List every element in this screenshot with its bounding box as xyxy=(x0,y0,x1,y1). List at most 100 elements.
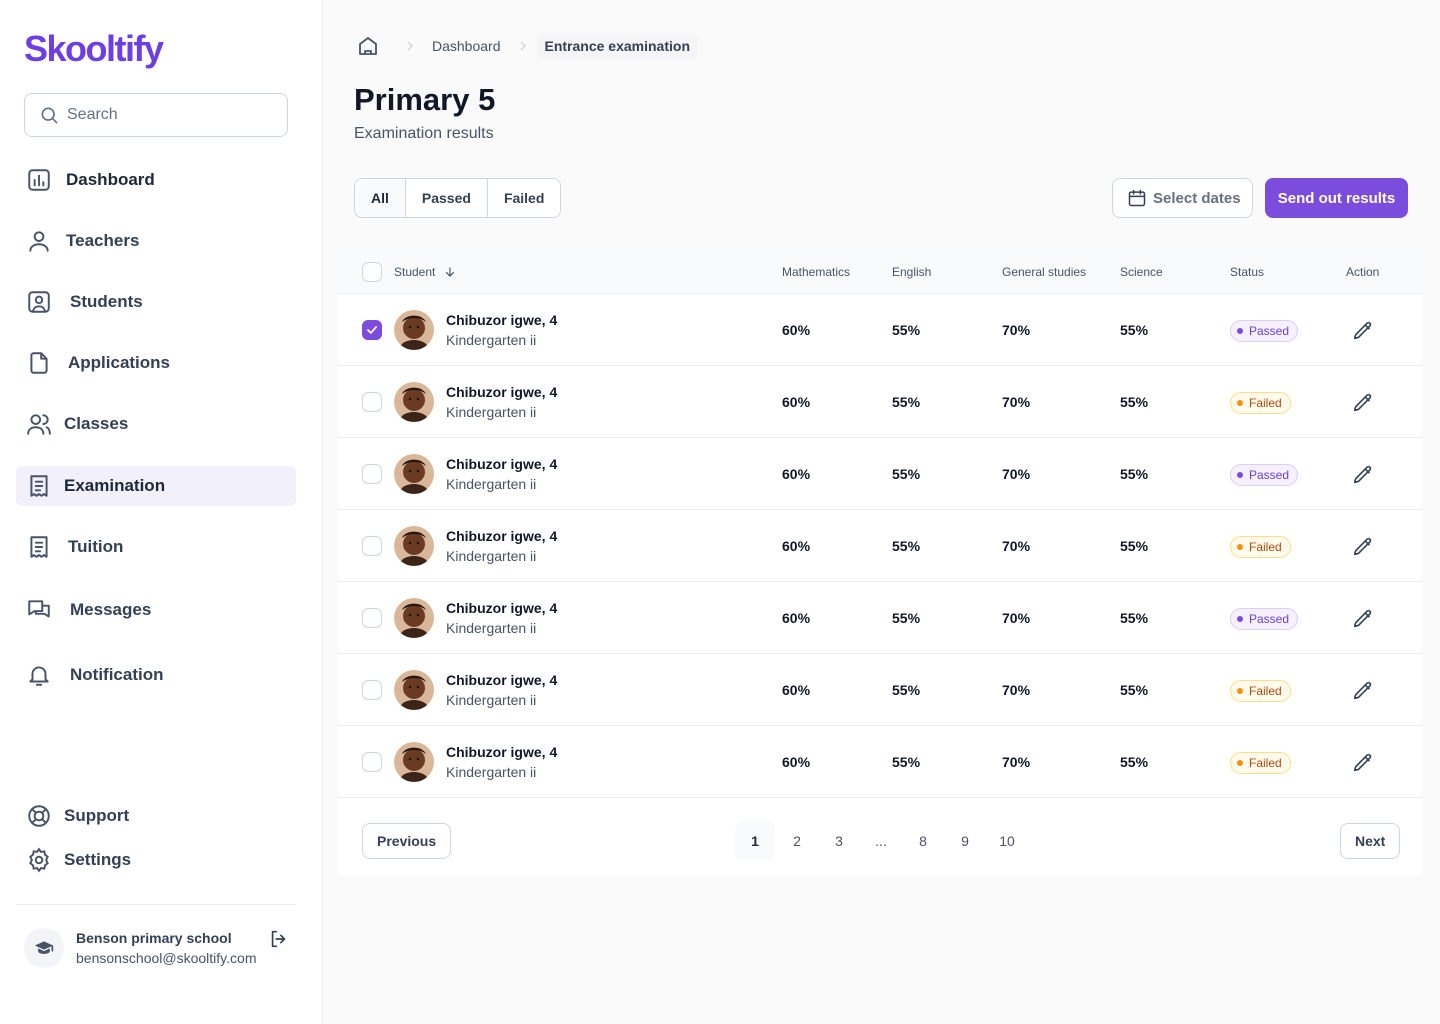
score-english: 55% xyxy=(892,538,921,554)
sidebar-item-label: Examination xyxy=(64,476,166,495)
score-science: 55% xyxy=(1120,322,1149,338)
edit-icon[interactable] xyxy=(1352,320,1374,342)
row-checkbox[interactable] xyxy=(362,392,382,412)
table-row: Chibuzor igwe, 4 Kindergarten ii 60% 55% 70%… xyxy=(338,582,1422,654)
page-2[interactable]: 2 xyxy=(777,821,817,861)
table-header: Student Mathematics English General stud… xyxy=(338,250,1422,294)
table-row: Chibuzor igwe, 4 Kindergarten ii 60% 55% 70%… xyxy=(338,294,1422,366)
edit-icon[interactable] xyxy=(1352,680,1374,702)
sidebar-item-students[interactable]: Students xyxy=(16,282,296,322)
next-button[interactable]: Next xyxy=(1340,823,1401,859)
sidebar-item-messages[interactable]: Messages xyxy=(16,590,296,630)
sidebar-item-label: Messages xyxy=(70,600,152,619)
score-english: 55% xyxy=(892,682,921,698)
status-label: Failed xyxy=(1249,756,1282,770)
col-student-label: Student xyxy=(394,265,436,279)
select-dates-button[interactable]: Select dates xyxy=(1112,178,1253,218)
score-english: 55% xyxy=(892,466,921,482)
filter-all-button[interactable]: All xyxy=(355,179,406,217)
avatar xyxy=(394,598,434,638)
score-mathematics: 60% xyxy=(782,682,811,698)
score-science: 55% xyxy=(1120,610,1149,626)
home-icon[interactable] xyxy=(356,34,380,58)
score-mathematics: 60% xyxy=(782,322,811,338)
page-10[interactable]: 10 xyxy=(987,821,1027,861)
sidebar-item-applications[interactable]: Applications xyxy=(16,343,296,383)
chevron-right-icon xyxy=(520,41,526,51)
student-class: Kindergarten ii xyxy=(446,332,537,348)
users-icon xyxy=(27,414,51,435)
select-all-checkbox[interactable] xyxy=(362,262,382,282)
sidebar-item-notification[interactable]: Notification xyxy=(16,655,296,695)
avatar xyxy=(394,310,434,350)
sidebar-item-tuition[interactable]: Tuition xyxy=(16,527,296,567)
col-student[interactable]: Student xyxy=(394,265,457,279)
sidebar-item-teachers[interactable]: Teachers xyxy=(16,221,296,261)
row-checkbox[interactable] xyxy=(362,320,382,340)
table-row: Chibuzor igwe, 4 Kindergarten ii 60% 55% 70%… xyxy=(338,510,1422,582)
previous-button[interactable]: Previous xyxy=(362,823,452,859)
sidebar-item-support[interactable]: Support xyxy=(16,796,296,836)
status-badge: Failed xyxy=(1230,392,1291,414)
gear-icon xyxy=(29,847,49,873)
col-status: Status xyxy=(1230,265,1265,279)
student-name: Chibuzor igwe, 4 xyxy=(446,384,558,400)
edit-icon[interactable] xyxy=(1352,464,1374,486)
filter-passed-button[interactable]: Passed xyxy=(405,179,488,217)
edit-icon[interactable] xyxy=(1352,392,1374,414)
breadcrumb-current[interactable]: Entrance examination xyxy=(536,33,698,59)
breadcrumb: Dashboard Entrance examination xyxy=(356,32,698,60)
edit-icon[interactable] xyxy=(1352,752,1374,774)
page-title: Primary 5 xyxy=(354,82,496,117)
breadcrumb-dashboard[interactable]: Dashboard xyxy=(432,38,501,54)
edit-icon[interactable] xyxy=(1352,608,1374,630)
score-mathematics: 60% xyxy=(782,754,811,770)
page-3[interactable]: 3 xyxy=(819,821,859,861)
status-dot xyxy=(1237,400,1243,406)
page-1[interactable]: 1 xyxy=(735,821,775,861)
search-box[interactable] xyxy=(24,93,288,137)
status-dot xyxy=(1237,544,1243,550)
sidebar-item-settings[interactable]: Settings xyxy=(16,840,296,880)
page-8[interactable]: 8 xyxy=(903,821,943,861)
status-dot xyxy=(1237,616,1243,622)
search-input[interactable] xyxy=(67,106,267,124)
row-checkbox[interactable] xyxy=(362,608,382,628)
row-checkbox[interactable] xyxy=(362,680,382,700)
filter-failed-button[interactable]: Failed xyxy=(487,179,561,217)
logout-icon[interactable] xyxy=(268,928,290,950)
score-mathematics: 60% xyxy=(782,466,811,482)
send-results-button[interactable]: Send out results xyxy=(1265,178,1408,218)
row-checkbox[interactable] xyxy=(362,464,382,484)
status-filter: All Passed Failed xyxy=(354,178,562,218)
score-english: 55% xyxy=(892,754,921,770)
page-subtitle: Examination results xyxy=(354,125,494,142)
score-science: 55% xyxy=(1120,538,1149,554)
message-icon xyxy=(28,600,50,618)
student-name: Chibuzor igwe, 4 xyxy=(446,528,558,544)
app-logo[interactable]: Skooltify xyxy=(24,28,164,70)
student-name: Chibuzor igwe, 4 xyxy=(446,312,558,328)
sidebar-item-dashboard[interactable]: Dashboard xyxy=(16,160,296,200)
status-dot xyxy=(1237,328,1243,334)
score-mathematics: 60% xyxy=(782,394,811,410)
score-english: 55% xyxy=(892,394,921,410)
school-email: bensonschool@skooltify.com xyxy=(76,950,257,966)
sidebar-item-classes[interactable]: Classes xyxy=(16,404,296,444)
sidebar: Skooltify Dashboard Teachers Students Ap… xyxy=(0,0,323,1024)
row-checkbox[interactable] xyxy=(362,752,382,772)
status-badge: Failed xyxy=(1230,536,1291,558)
status-dot xyxy=(1237,472,1243,478)
score-mathematics: 60% xyxy=(782,610,811,626)
score-general-studies: 70% xyxy=(1002,682,1031,698)
page-9[interactable]: 9 xyxy=(945,821,985,861)
sidebar-item-examination[interactable]: Examination xyxy=(16,466,296,506)
row-checkbox[interactable] xyxy=(362,536,382,556)
edit-icon[interactable] xyxy=(1352,536,1374,558)
file-icon xyxy=(30,352,48,374)
status-badge: Passed xyxy=(1230,320,1299,342)
table-row: Chibuzor igwe, 4 Kindergarten ii 60% 55% 70%… xyxy=(338,366,1422,438)
score-english: 55% xyxy=(892,322,921,338)
receipt-icon xyxy=(30,536,48,558)
student-name: Chibuzor igwe, 4 xyxy=(446,600,558,616)
